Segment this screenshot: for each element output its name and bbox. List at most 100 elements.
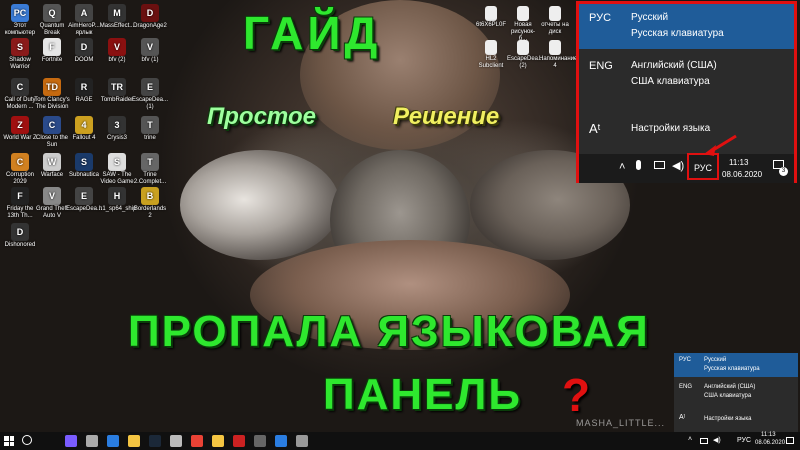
- app-icon: B: [141, 187, 159, 205]
- language-settings-icon: Aᵗ: [679, 414, 686, 421]
- files-icon[interactable]: [212, 435, 224, 447]
- desktop-icon[interactable]: F Friday the 13th Th...: [2, 187, 38, 220]
- app-icon: Q: [43, 4, 61, 22]
- lang-item-english[interactable]: ENG Английский (США) США клавиатура: [579, 52, 794, 97]
- vpn-icon[interactable]: [275, 435, 287, 447]
- task-view-icon[interactable]: [86, 435, 98, 447]
- desktop-file[interactable]: EscapeDea... (2): [507, 40, 543, 70]
- desktop-icon-label: Friday the 13th Th...: [6, 206, 34, 219]
- video-icon[interactable]: [233, 435, 245, 447]
- desktop-icon[interactable]: V Grand Theft Auto V: [34, 187, 70, 220]
- desktop-icon[interactable]: T Trine 2.Complet...: [132, 153, 168, 186]
- desktop-file[interactable]: отчеты на диск: [539, 6, 571, 36]
- desktop-icon-label: SAW - The Video Game: [100, 172, 134, 185]
- volume-icon[interactable]: ◀): [713, 436, 721, 444]
- desktop-icon[interactable]: D DOOM: [66, 38, 102, 64]
- desktop-file[interactable]: HL2 Subclient: [475, 40, 507, 70]
- desktop-icon[interactable]: R RAGE: [66, 78, 102, 104]
- desktop-file[interactable]: Новая рисунок-б...: [507, 6, 539, 43]
- windows-start-icon[interactable]: [4, 436, 14, 446]
- taskbar-lang-indicator[interactable]: РУС: [737, 437, 751, 444]
- language-popup-large: РУС Русский Русская клавиатура ENG Англи…: [576, 1, 797, 183]
- app-icon: Z: [11, 116, 29, 134]
- title-right: Решение: [393, 103, 500, 130]
- desktop-icon-label: h1_sp64_ship: [99, 206, 137, 212]
- app-icon: S: [11, 38, 29, 56]
- desktop-icon-label: Warface: [40, 172, 64, 178]
- desktop-icon[interactable]: Hh1_sp64_ship: [99, 187, 137, 213]
- desktop-file[interactable]: Напоминание 4: [539, 40, 577, 70]
- desktop-icon[interactable]: 3 Crysis3: [99, 116, 135, 142]
- desktop-icon[interactable]: Vbfv (1): [132, 38, 168, 64]
- chevron-up-icon[interactable]: ˄: [688, 436, 692, 443]
- app-icon: S: [108, 153, 126, 171]
- chrome-icon[interactable]: [191, 435, 203, 447]
- microphone-icon[interactable]: [636, 160, 641, 170]
- app-icon: PC: [11, 4, 29, 22]
- lang-item-settings[interactable]: Aᵗ Настройки языка: [579, 109, 794, 147]
- store-icon[interactable]: [107, 435, 119, 447]
- cortana-icon[interactable]: [65, 435, 77, 447]
- desktop-icon[interactable]: E EscapeDea... (1): [132, 78, 168, 111]
- taskbar-time[interactable]: 11:13: [761, 432, 776, 438]
- media-icon[interactable]: [254, 435, 266, 447]
- network-icon[interactable]: [700, 438, 708, 444]
- desktop-icon[interactable]: S SAW - The Video Game: [99, 153, 135, 186]
- lang-keyboard: США клавиатура: [704, 393, 752, 399]
- desktop-icon-label: DragonAge2: [133, 23, 167, 29]
- clock-icon[interactable]: [170, 435, 182, 447]
- desktop-icon[interactable]: PC Этот компьютер: [2, 4, 38, 37]
- desktop-icon-label: Fallout 4: [72, 135, 96, 141]
- search-icon[interactable]: [22, 435, 32, 445]
- steam-icon[interactable]: [149, 435, 161, 447]
- lang-item-english[interactable]: ENG Английский (США) США клавиатура: [674, 380, 798, 404]
- explorer-icon[interactable]: [128, 435, 140, 447]
- desktop-icon[interactable]: D Dishonored: [2, 223, 38, 249]
- desktop-icon[interactable]: Vbfv (2): [99, 38, 135, 64]
- file-icon: [485, 6, 497, 21]
- desktop-icon[interactable]: M MassEffect...: [99, 4, 135, 30]
- file-icon: [549, 40, 561, 55]
- desktop-icon[interactable]: TR TombRaider: [99, 78, 135, 104]
- desktop-icon[interactable]: Q Quantum Break: [34, 4, 70, 37]
- network-icon[interactable]: [654, 161, 665, 169]
- volume-icon[interactable]: ◀): [672, 159, 684, 172]
- app-icon: A: [75, 4, 93, 22]
- desktop-icon[interactable]: S Subnautica: [66, 153, 102, 179]
- chevron-up-icon[interactable]: ˄: [619, 161, 625, 173]
- taskbar-date[interactable]: 08.06.2020: [755, 440, 785, 446]
- desktop-icon-label: Grand Theft Auto V: [36, 206, 68, 219]
- language-settings-icon: Aᵗ: [589, 121, 601, 136]
- question-mark-icon: ?: [562, 369, 591, 421]
- lang-item-settings[interactable]: Aᵗ Настройки языка: [674, 411, 798, 429]
- desktop-icon[interactable]: S Shadow Warrior: [2, 38, 38, 71]
- desktop-file[interactable]: 6t6X6PL0F: [475, 6, 507, 29]
- notification-icon[interactable]: [786, 437, 794, 444]
- lang-item-russian[interactable]: РУС Русский Русская клавиатура: [579, 4, 794, 49]
- desktop-icon[interactable]: TD Tom Clancy's The Division: [34, 78, 70, 111]
- desktop-icon-label: MassEffect...: [99, 23, 135, 29]
- app-icon: E: [141, 78, 159, 96]
- desktop-icon[interactable]: C Call of Duty Modern ...: [2, 78, 38, 111]
- desktop-icon[interactable]: A AimHeroP... ярлык: [66, 4, 102, 37]
- app-icon: D: [141, 4, 159, 22]
- tray-date[interactable]: 08.06.2020: [722, 170, 762, 179]
- lang-item-russian[interactable]: РУС Русский Русская клавиатура: [674, 353, 798, 377]
- lang-keyboard: Русская клавиатура: [631, 28, 724, 39]
- desktop-icon-label: Tom Clancy's The Division: [34, 97, 70, 110]
- app-icon[interactable]: [296, 435, 308, 447]
- app-icon: C: [43, 116, 61, 134]
- desktop-icon[interactable]: 4 Fallout 4: [66, 116, 102, 142]
- app-icon: V: [108, 38, 126, 56]
- desktop-icon[interactable]: Ttrine: [132, 116, 168, 142]
- desktop-icon[interactable]: W Warface: [34, 153, 70, 179]
- desktop-icon[interactable]: C Close to the Sun: [34, 116, 70, 149]
- desktop-icon[interactable]: Z World War Z: [2, 116, 38, 142]
- desktop-icon-label: Dishonored: [4, 242, 36, 248]
- desktop-icon[interactable]: C Corruption 2029: [2, 153, 38, 186]
- desktop-icon[interactable]: D DragonAge2: [132, 4, 168, 30]
- desktop-icon[interactable]: E EscapeDea...: [66, 187, 102, 213]
- desktop-icon[interactable]: B Borderlands 2: [132, 187, 168, 220]
- desktop-icon[interactable]: F Fortnite: [34, 38, 70, 64]
- desktop-icon-label: Этот компьютер: [4, 23, 36, 36]
